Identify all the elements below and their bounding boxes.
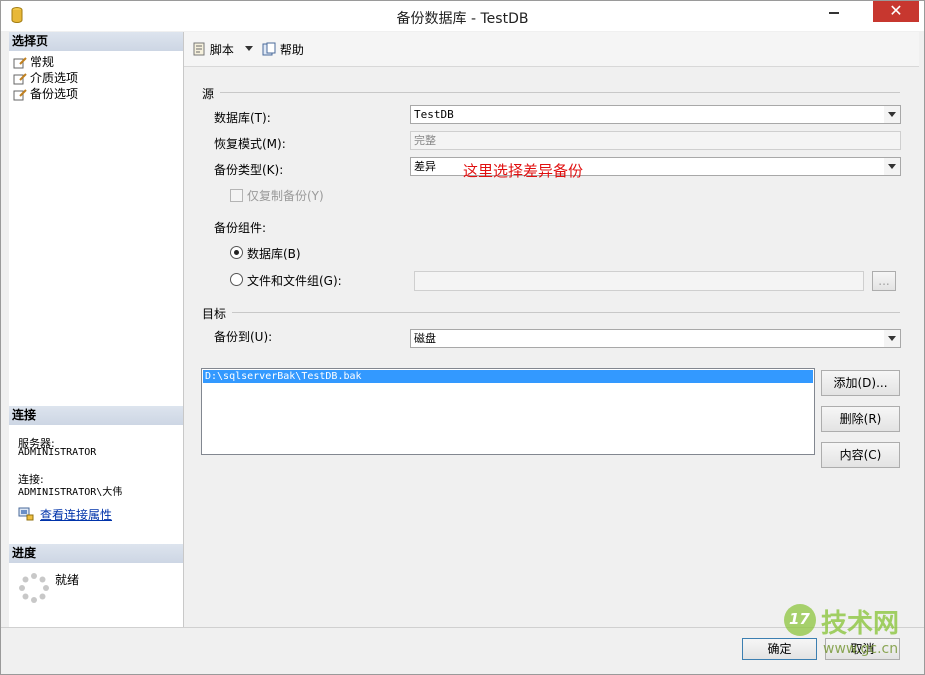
connection-properties-icon [18, 507, 34, 521]
backup-to-value: 磁盘 [414, 332, 436, 345]
close-button[interactable]: ✕ [873, 1, 919, 22]
chevron-down-icon [884, 106, 900, 123]
database-select[interactable]: TestDB [410, 105, 901, 124]
database-label: 数据库(T): [214, 111, 271, 125]
select-page-header: 选择页 [9, 32, 183, 51]
view-connection-properties-link[interactable]: 查看连接属性 [40, 506, 112, 523]
script-dropdown-arrow-icon[interactable] [245, 46, 253, 51]
help-button[interactable]: 帮助 [262, 41, 304, 58]
backup-type-value: 差异 [414, 160, 436, 173]
page-icon [13, 88, 27, 101]
destination-group-label: 目标 [202, 307, 227, 321]
page-general[interactable]: 常规 [13, 54, 54, 70]
progress-spinner-icon [19, 573, 49, 603]
watermark-logo: 17 技术网 www.gc.cn [781, 599, 921, 669]
recovery-model-value: 完整 [414, 134, 436, 147]
page-label: 常规 [30, 55, 55, 69]
backup-database-window: 备份数据库 - TestDB ✕ 选择页 常规 介质选项 备份选项 连接 服务器… [0, 0, 925, 675]
destination-group-divider [232, 312, 900, 313]
database-value: TestDB [414, 108, 454, 121]
connection-header: 连接 [9, 406, 183, 425]
files-filegroups-field [414, 271, 864, 291]
progress-header: 进度 [9, 544, 183, 563]
right-pane: 脚本 帮助 源 数据库(T): TestDB 恢复模式(M): 完整 备份类型(… [184, 32, 919, 627]
contents-button[interactable]: 内容(C) [821, 442, 900, 468]
backup-to-label: 备份到(U): [214, 330, 273, 344]
watermark-url: www.gc.cn [823, 641, 899, 657]
help-label: 帮助 [279, 43, 304, 57]
left-pane: 选择页 常规 介质选项 备份选项 连接 服务器: ADMINISTRATOR 连… [9, 32, 184, 627]
watermark-badge-text: 17 [789, 610, 810, 628]
general-page-content: 源 数据库(T): TestDB 恢复模式(M): 完整 备份类型(K): 差异… [184, 67, 919, 627]
page-icon [13, 56, 27, 69]
page-media-options[interactable]: 介质选项 [13, 70, 78, 86]
radio-files-filegroups[interactable] [230, 273, 243, 286]
help-icon [262, 42, 276, 56]
connection-value: ADMINISTRATOR\大伟 [18, 487, 123, 498]
window-title: 备份数据库 - TestDB [396, 11, 529, 27]
page-icon [13, 72, 27, 85]
files-browse-button: ... [872, 271, 896, 291]
minimize-button[interactable] [823, 1, 847, 23]
copy-only-label: 仅复制备份(Y) [247, 189, 324, 203]
backup-component-label: 备份组件: [214, 221, 267, 235]
backup-to-select[interactable]: 磁盘 [410, 329, 901, 348]
source-group-label: 源 [202, 87, 215, 101]
chevron-down-icon [884, 330, 900, 347]
script-button[interactable]: 脚本 [192, 41, 234, 58]
radio-files-label: 文件和文件组(G): [247, 274, 342, 288]
progress-status: 就绪 [55, 573, 80, 587]
page-backup-options[interactable]: 备份选项 [13, 86, 78, 102]
annotation-text: 这里选择差异备份 [463, 162, 584, 180]
copy-only-checkbox[interactable] [230, 189, 243, 202]
chevron-down-icon [884, 158, 900, 175]
page-label: 介质选项 [30, 71, 79, 85]
toolbar: 脚本 帮助 [184, 32, 919, 67]
remove-destination-button[interactable]: 删除(R) [821, 406, 900, 432]
destination-path-item[interactable]: D:\sqlserverBak\TestDB.bak [203, 370, 813, 383]
script-icon [193, 42, 205, 56]
source-group-divider [220, 92, 900, 93]
page-label: 备份选项 [30, 87, 79, 101]
recovery-model-label: 恢复模式(M): [214, 137, 286, 151]
watermark-text: 技术网 [821, 609, 900, 639]
destination-paths-list[interactable]: D:\sqlserverBak\TestDB.bak [201, 368, 815, 455]
server-value: ADMINISTRATOR [18, 447, 97, 458]
radio-database[interactable] [230, 246, 243, 259]
backup-type-label: 备份类型(K): [214, 163, 284, 177]
recovery-model-field: 完整 [410, 131, 901, 150]
radio-database-label: 数据库(B) [247, 247, 301, 261]
add-destination-button[interactable]: 添加(D)... [821, 370, 900, 396]
title-bar: 备份数据库 - TestDB ✕ [1, 1, 924, 31]
script-label: 脚本 [209, 43, 234, 57]
